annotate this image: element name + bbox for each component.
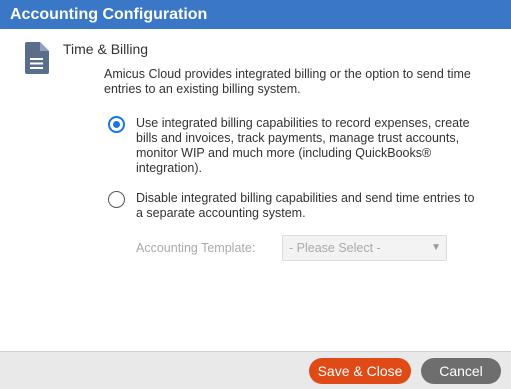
document-icon xyxy=(25,42,49,74)
disable-billing-radio[interactable] xyxy=(108,191,125,208)
integrated-billing-label[interactable]: Use integrated billing capabilities to r… xyxy=(136,116,476,176)
section-title: Time & Billing xyxy=(63,41,149,57)
save-close-button[interactable]: Save & Close xyxy=(309,358,411,384)
disable-billing-label[interactable]: Disable integrated billing capabilities … xyxy=(136,191,476,221)
chevron-down-icon: ▼ xyxy=(431,242,441,253)
integrated-billing-radio[interactable] xyxy=(108,116,125,133)
accounting-template-label: Accounting Template: xyxy=(136,241,256,255)
cancel-button[interactable]: Cancel xyxy=(421,358,501,384)
dialog-footer: Save & Close Cancel xyxy=(0,351,511,389)
dialog-body: Time & Billing Amicus Cloud provides int… xyxy=(0,29,511,351)
accounting-template-value: - Please Select - xyxy=(289,241,381,255)
section-intro: Amicus Cloud provides integrated billing… xyxy=(104,67,471,96)
accounting-template-select[interactable]: - Please Select - ▼ xyxy=(282,235,447,261)
dialog-title: Accounting Configuration xyxy=(0,0,511,29)
